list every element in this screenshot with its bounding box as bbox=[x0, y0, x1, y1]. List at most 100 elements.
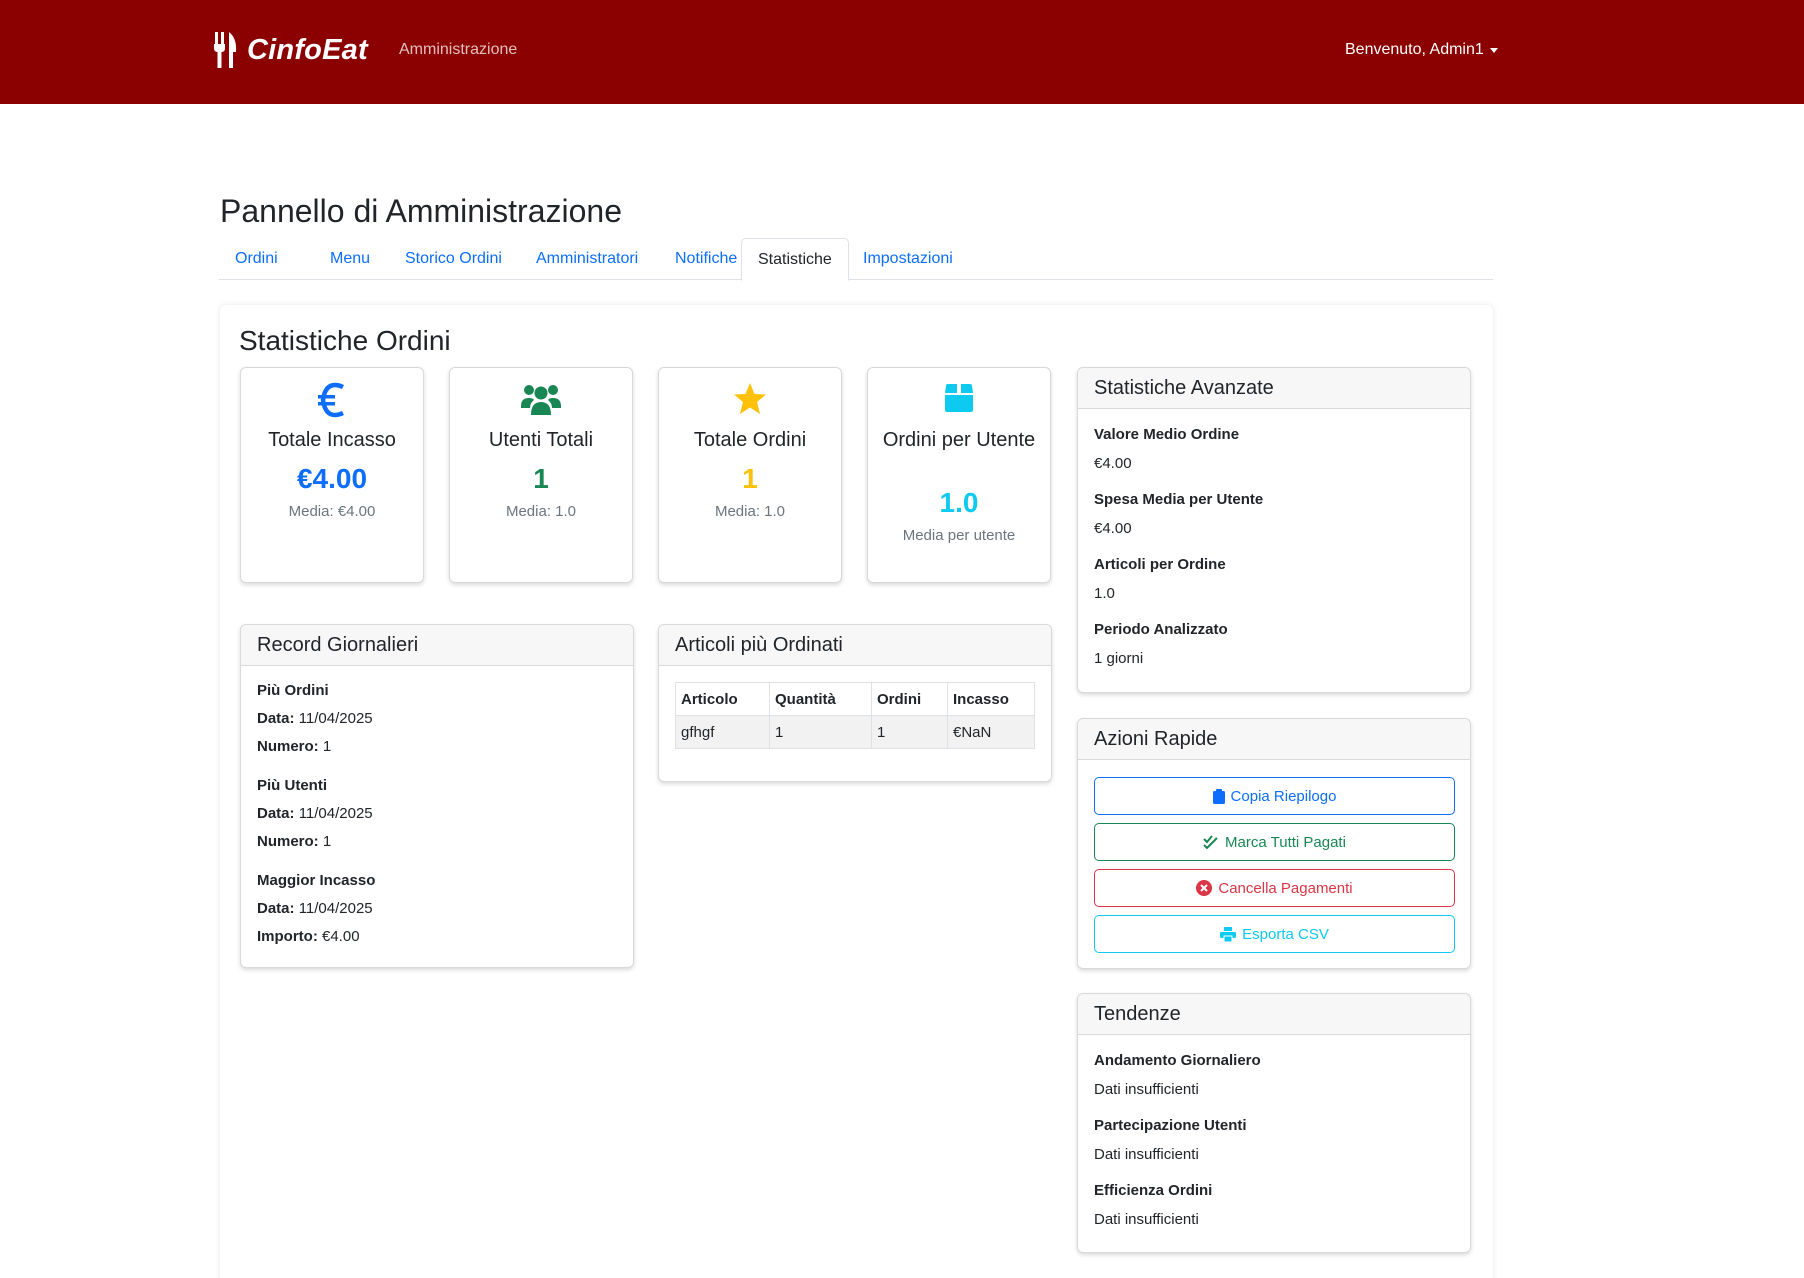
trend-value: Dati insufficienti bbox=[1094, 1146, 1199, 1163]
stat-label: Totale Ordini bbox=[693, 429, 807, 451]
top-navbar: CinfoEat Amministrazione Benvenuto, Admi… bbox=[0, 0, 1804, 104]
record-number-label: Numero: bbox=[257, 738, 319, 755]
table-header-row: Articolo Quantità Ordini Incasso bbox=[675, 682, 1035, 716]
tab-ordini[interactable]: Ordini bbox=[219, 238, 294, 280]
admin-tabs: Ordini Menu Storico Ordini Amministrator… bbox=[219, 238, 1493, 281]
section-title: Statistiche Ordini bbox=[239, 325, 451, 356]
users-icon bbox=[521, 385, 561, 415]
record-date-label: Data: bbox=[257, 900, 295, 917]
stat-value: €4.00 bbox=[296, 463, 368, 494]
table-cell: €NaN bbox=[947, 715, 1035, 749]
record-number: 1 bbox=[322, 738, 332, 755]
euro-icon bbox=[318, 382, 345, 418]
stat-sub: Media: 1.0 bbox=[505, 503, 577, 520]
record-group: Più Ordini Data: 11/04/2025 Numero: 1 bbox=[257, 682, 617, 755]
stat-card-incasso: Totale Incasso €4.00 Media: €4.00 bbox=[240, 367, 424, 583]
utensils-icon bbox=[214, 32, 237, 68]
stat-label: Ordini per Utente bbox=[882, 429, 1036, 451]
record-title: Più Ordini bbox=[257, 682, 329, 699]
trends-card: Tendenze Andamento Giornaliero Dati insu… bbox=[1077, 993, 1471, 1253]
stat-item-label: Articoli per Ordine bbox=[1094, 556, 1226, 573]
column-header: Incasso bbox=[947, 682, 1035, 716]
stat-item-value: 1 giorni bbox=[1094, 650, 1144, 667]
card-title: Articoli più Ordinati bbox=[659, 625, 1051, 666]
record-number: 1 bbox=[322, 833, 332, 850]
cancel-payments-button[interactable]: Cancella Pagamenti bbox=[1094, 869, 1455, 907]
record-date: 11/04/2025 bbox=[298, 900, 373, 917]
button-label: Copia Riepilogo bbox=[1230, 787, 1337, 805]
nav-link-admin[interactable]: Amministrazione bbox=[399, 41, 517, 59]
brand-name: CinfoEat bbox=[247, 33, 368, 66]
stat-label: Totale Incasso bbox=[268, 429, 396, 451]
record-date-label: Data: bbox=[257, 710, 295, 727]
trend-label: Efficienza Ordini bbox=[1094, 1182, 1213, 1199]
star-icon bbox=[734, 383, 766, 414]
stat-item-value: 1.0 bbox=[1094, 585, 1115, 602]
stat-sub: Media: €4.00 bbox=[288, 503, 376, 520]
advanced-stats-card: Statistiche Avanzate Valore Medio Ordine… bbox=[1077, 367, 1471, 693]
page-title: Pannello di Amministrazione bbox=[220, 193, 622, 229]
card-title: Tendenze bbox=[1078, 994, 1470, 1035]
stat-sub: Media per utente bbox=[902, 527, 1016, 544]
record-amount-label: Importo: bbox=[257, 928, 318, 945]
stat-item-label: Spesa Media per Utente bbox=[1094, 491, 1264, 508]
table-row: gfhgf 1 1 €NaN bbox=[675, 715, 1035, 749]
table-cell: 1 bbox=[769, 715, 872, 749]
record-amount: €4.00 bbox=[322, 928, 360, 945]
stat-item: Periodo Analizzato 1 giorni bbox=[1094, 621, 1454, 667]
button-label: Esporta CSV bbox=[1242, 925, 1329, 943]
card-title: Statistiche Avanzate bbox=[1078, 368, 1470, 409]
clipboard-icon bbox=[1212, 788, 1225, 804]
double-check-icon bbox=[1203, 835, 1218, 849]
tab-statistiche[interactable]: Statistiche bbox=[741, 238, 849, 281]
stat-item-label: Valore Medio Ordine bbox=[1094, 426, 1240, 443]
record-group: Maggior Incasso Data: 11/04/2025 Importo… bbox=[257, 872, 617, 945]
trend-value: Dati insufficienti bbox=[1094, 1081, 1199, 1098]
top-items-table: Articolo Quantità Ordini Incasso gfhgf 1… bbox=[675, 682, 1035, 749]
column-header: Ordini bbox=[871, 682, 948, 716]
button-label: Cancella Pagamenti bbox=[1218, 879, 1353, 897]
stat-card-ordini-per-utente: Ordini per Utente 1.0 Media per utente bbox=[867, 367, 1051, 583]
stat-item-value: €4.00 bbox=[1094, 455, 1132, 472]
copy-summary-button[interactable]: Copia Riepilogo bbox=[1094, 777, 1455, 815]
quick-actions-card: Azioni Rapide Copia Riepilogo Marca Tutt… bbox=[1077, 718, 1471, 969]
tab-impostazioni[interactable]: Impostazioni bbox=[847, 238, 969, 280]
brand-logo[interactable]: CinfoEat bbox=[213, 30, 368, 70]
table-cell: gfhgf bbox=[675, 715, 770, 749]
column-header: Articolo bbox=[675, 682, 770, 716]
table-cell: 1 bbox=[871, 715, 948, 749]
record-title: Più Utenti bbox=[257, 777, 327, 794]
tab-amministratori[interactable]: Amministratori bbox=[520, 238, 654, 280]
trend-item: Partecipazione Utenti Dati insufficienti bbox=[1094, 1117, 1454, 1163]
trend-item: Efficienza Ordini Dati insufficienti bbox=[1094, 1182, 1454, 1228]
x-circle-icon bbox=[1196, 880, 1213, 896]
box-icon bbox=[945, 384, 973, 412]
stat-card-utenti: Utenti Totali 1 Media: 1.0 bbox=[449, 367, 633, 583]
stat-card-ordini: Totale Ordini 1 Media: 1.0 bbox=[658, 367, 842, 583]
daily-records-card: Record Giornalieri Più Ordini Data: 11/0… bbox=[240, 624, 634, 968]
record-date-label: Data: bbox=[257, 805, 295, 822]
mark-all-paid-button[interactable]: Marca Tutti Pagati bbox=[1094, 823, 1455, 861]
printer-icon bbox=[1220, 926, 1237, 942]
user-menu-dropdown[interactable]: Benvenuto, Admin1 bbox=[1345, 41, 1498, 59]
trend-value: Dati insufficienti bbox=[1094, 1211, 1199, 1228]
stat-value: 1 bbox=[742, 463, 758, 494]
export-csv-button[interactable]: Esporta CSV bbox=[1094, 915, 1455, 953]
card-title: Azioni Rapide bbox=[1078, 719, 1470, 760]
stat-item-label: Periodo Analizzato bbox=[1094, 621, 1228, 638]
record-date: 11/04/2025 bbox=[298, 710, 373, 727]
tab-storico-ordini[interactable]: Storico Ordini bbox=[389, 238, 518, 280]
tab-notifiche[interactable]: Notifiche bbox=[659, 238, 753, 280]
tab-menu[interactable]: Menu bbox=[314, 238, 386, 280]
button-label: Marca Tutti Pagati bbox=[1225, 833, 1346, 851]
stat-item: Articoli per Ordine 1.0 bbox=[1094, 556, 1454, 602]
caret-down-icon bbox=[1489, 47, 1498, 53]
trend-label: Partecipazione Utenti bbox=[1094, 1117, 1247, 1134]
trend-label: Andamento Giornaliero bbox=[1094, 1052, 1261, 1069]
stat-item: Spesa Media per Utente €4.00 bbox=[1094, 491, 1454, 537]
stat-item-value: €4.00 bbox=[1094, 520, 1132, 537]
top-items-card: Articoli più Ordinati Articolo Quantità … bbox=[658, 624, 1052, 782]
record-title: Maggior Incasso bbox=[257, 872, 376, 889]
trend-item: Andamento Giornaliero Dati insufficienti bbox=[1094, 1052, 1454, 1098]
stat-sub: Media: 1.0 bbox=[714, 503, 786, 520]
